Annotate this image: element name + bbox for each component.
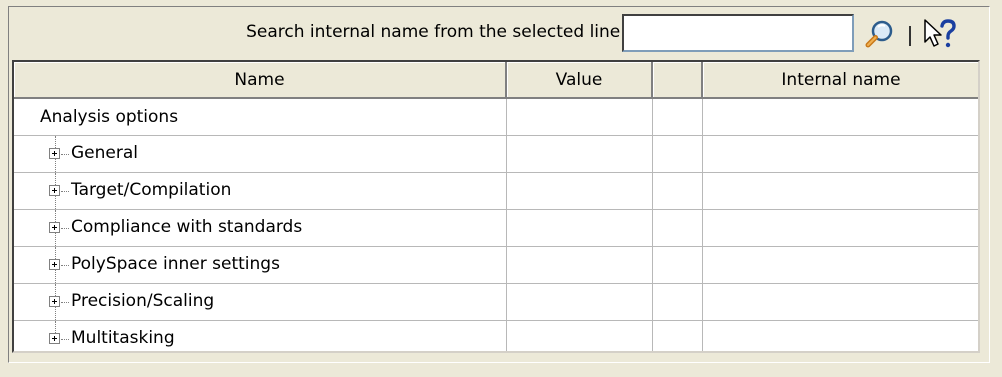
search-input[interactable] xyxy=(622,14,854,52)
row-extra-cell[interactable] xyxy=(652,172,703,210)
options-table: Name Value Internal name Analysis option… xyxy=(14,62,978,351)
table-row[interactable]: Target/Compilation xyxy=(14,172,978,210)
search-toolbar: Search internal name from the selected l… xyxy=(12,10,986,56)
tree-node-polyspace-inner-settings[interactable]: PolySpace inner settings xyxy=(14,246,507,284)
row-extra-cell[interactable] xyxy=(652,320,703,351)
row-value-cell[interactable] xyxy=(506,320,653,351)
table-row[interactable]: General xyxy=(14,135,978,173)
row-extra-cell[interactable] xyxy=(652,98,703,136)
tree-node-precision-scaling[interactable]: Precision/Scaling xyxy=(14,283,507,321)
table-row[interactable]: Precision/Scaling xyxy=(14,283,978,321)
row-extra-cell[interactable] xyxy=(652,135,703,173)
tree-node-multitasking[interactable]: Multitasking xyxy=(14,320,507,351)
expand-icon[interactable] xyxy=(49,148,60,159)
expand-icon[interactable] xyxy=(49,259,60,270)
row-internal-name-cell[interactable] xyxy=(702,209,978,247)
row-internal-name-cell[interactable] xyxy=(702,135,978,173)
expand-icon[interactable] xyxy=(49,222,60,233)
row-name-analysis-options[interactable]: Analysis options xyxy=(14,98,507,136)
tree-node-compliance-with-standards[interactable]: Compliance with standards xyxy=(14,209,507,247)
row-value-cell[interactable] xyxy=(506,98,653,136)
row-value-cell[interactable] xyxy=(506,209,653,247)
expand-icon[interactable] xyxy=(49,296,60,307)
table-row[interactable]: PolySpace inner settings xyxy=(14,246,978,284)
tree-node-label: General xyxy=(71,143,138,163)
context-help-icon[interactable] xyxy=(922,18,956,50)
tree-node-label: Target/Compilation xyxy=(71,180,232,200)
row-internal-name-cell[interactable] xyxy=(702,172,978,210)
options-panel: Search internal name from the selected l… xyxy=(0,0,1002,377)
row-internal-name-cell[interactable] xyxy=(702,320,978,351)
tree-node-target-compilation[interactable]: Target/Compilation xyxy=(14,172,507,210)
row-internal-name-cell[interactable] xyxy=(702,283,978,321)
row-extra-cell[interactable] xyxy=(652,246,703,284)
header-row: Name Value Internal name xyxy=(14,62,978,99)
magnifier-icon[interactable] xyxy=(864,18,896,50)
row-extra-cell[interactable] xyxy=(652,283,703,321)
tree-node-label: PolySpace inner settings xyxy=(71,254,280,274)
tree-node-general[interactable]: General xyxy=(14,135,507,173)
row-extra-cell[interactable] xyxy=(652,209,703,247)
options-grid: Name Value Internal name Analysis option… xyxy=(12,60,980,353)
row-internal-name-cell[interactable] xyxy=(702,98,978,136)
toolbar-separator xyxy=(909,26,911,46)
row-value-cell[interactable] xyxy=(506,135,653,173)
table-row[interactable]: Analysis options xyxy=(14,98,978,136)
expand-icon[interactable] xyxy=(49,185,60,196)
table-row[interactable]: Compliance with standards xyxy=(14,209,978,247)
tree-node-label: Precision/Scaling xyxy=(71,291,215,311)
column-header-value[interactable]: Value xyxy=(506,62,653,99)
row-value-cell[interactable] xyxy=(506,172,653,210)
row-value-cell[interactable] xyxy=(506,283,653,321)
table-row[interactable]: Multitasking xyxy=(14,320,978,351)
row-value-cell[interactable] xyxy=(506,246,653,284)
row-internal-name-cell[interactable] xyxy=(702,246,978,284)
column-header-internal-name[interactable]: Internal name xyxy=(702,62,978,99)
tree-node-label: Compliance with standards xyxy=(71,217,303,237)
column-header-blank[interactable] xyxy=(652,62,703,99)
search-label: Search internal name from the selected l… xyxy=(246,22,626,42)
expand-icon[interactable] xyxy=(49,333,60,344)
tree-node-label: Multitasking xyxy=(71,328,175,348)
column-header-name[interactable]: Name xyxy=(14,62,507,99)
